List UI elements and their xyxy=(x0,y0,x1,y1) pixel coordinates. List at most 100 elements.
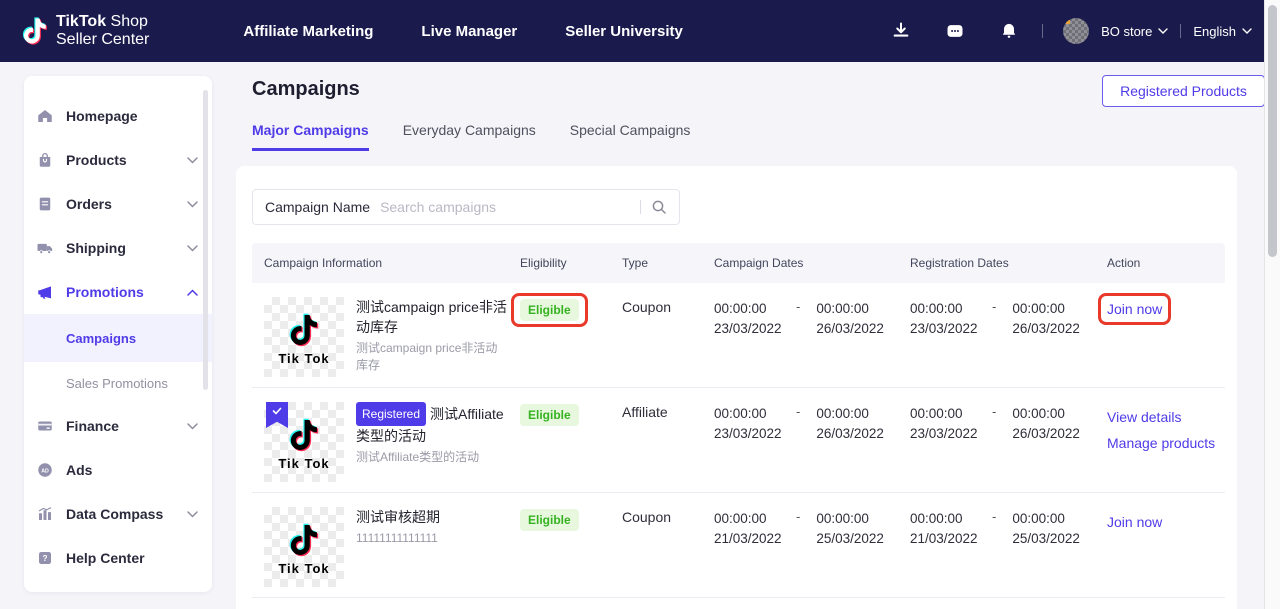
join-now-link[interactable]: Join now xyxy=(1107,299,1162,319)
page-scrollbar[interactable] xyxy=(1264,0,1280,609)
view-details-link[interactable]: View details xyxy=(1107,404,1225,430)
sidebar-scrollbar[interactable] xyxy=(203,90,208,390)
campaign-search-bar[interactable]: Campaign Name xyxy=(252,189,680,225)
tiktok-note-icon xyxy=(286,520,322,560)
tiktok-shop-logo[interactable]: TikTok Shop Seller Center xyxy=(20,13,149,49)
chevron-down-icon xyxy=(1158,28,1168,34)
date-separator: - xyxy=(992,404,996,444)
table-row: Tik Tok Registered测试Affiliate类型的活动 测试Aff… xyxy=(252,388,1225,493)
campaign-title: 测试campaign price非活动库存 xyxy=(356,297,508,337)
col-action: Action xyxy=(1107,256,1225,270)
scrollbar-thumb[interactable] xyxy=(1268,5,1277,257)
svg-text:?: ? xyxy=(42,554,47,563)
sidebar-item-data-compass[interactable]: Data Compass xyxy=(24,492,212,536)
campaign-tabs: Major Campaigns Everyday Campaigns Speci… xyxy=(252,122,690,151)
svg-text:AD: AD xyxy=(41,468,49,474)
search-icon[interactable] xyxy=(651,199,667,215)
highlight-box: Join now xyxy=(1098,293,1171,325)
top-navbar: TikTok Shop Seller Center Affiliate Mark… xyxy=(0,0,1280,62)
type-cell: Coupon xyxy=(622,493,714,525)
tiktok-note-icon xyxy=(286,310,322,350)
notification-bell-icon[interactable] xyxy=(999,21,1019,41)
col-campaign-dates: Campaign Dates xyxy=(714,256,910,270)
tab-special-campaigns[interactable]: Special Campaigns xyxy=(570,122,691,151)
finance-card-icon xyxy=(36,417,54,435)
home-icon xyxy=(36,107,54,125)
store-switcher[interactable]: BO store xyxy=(1101,24,1168,39)
eligible-badge: Eligible xyxy=(520,509,579,531)
ads-icon: AD xyxy=(36,461,54,479)
campaign-image: Tik Tok xyxy=(264,402,344,482)
sidebar-item-products[interactable]: Products xyxy=(24,138,212,182)
join-now-link[interactable]: Join now xyxy=(1107,509,1225,535)
main-nav-links: Affiliate Marketing Live Manager Seller … xyxy=(243,23,682,40)
registered-products-button[interactable]: Registered Products xyxy=(1102,75,1265,107)
campaign-title: 测试审核超期 xyxy=(356,507,508,527)
chevron-down-icon xyxy=(1242,28,1252,34)
language-selector[interactable]: English xyxy=(1193,24,1252,39)
shipping-truck-icon xyxy=(36,239,54,257)
sidebar-subitem-sales-promotions[interactable]: Sales Promotions xyxy=(24,362,212,404)
action-cell: View details Manage products xyxy=(1107,388,1225,456)
campaign-dates-cell: 00:00:0023/03/2022 - 00:00:0026/03/2022 xyxy=(714,283,910,339)
logo-text: TikTok Shop Seller Center xyxy=(56,13,149,49)
nav-seller-university[interactable]: Seller University xyxy=(565,23,683,40)
type-cell: Coupon xyxy=(622,283,714,315)
date-separator: - xyxy=(796,299,800,339)
tiktok-note-icon xyxy=(286,415,322,455)
image-caption: Tik Tok xyxy=(278,351,329,366)
products-bag-icon xyxy=(36,151,54,169)
eligibility-cell: Eligible xyxy=(520,388,622,426)
sidebar-subitem-campaigns[interactable]: Campaigns xyxy=(24,314,212,362)
sidebar-item-shipping[interactable]: Shipping xyxy=(24,226,212,270)
registration-dates-cell: 00:00:0023/03/2022 - 00:00:0026/03/2022 xyxy=(910,388,1107,444)
help-center-icon: ? xyxy=(36,549,54,567)
store-avatar[interactable] xyxy=(1063,18,1089,44)
registration-dates-cell: 00:00:0021/03/2022 - 00:00:0025/03/2022 xyxy=(910,493,1107,549)
eligible-badge: Eligible xyxy=(520,299,579,321)
campaign-subtitle: 11111111111111 xyxy=(356,530,508,547)
action-cell: Join now xyxy=(1107,493,1225,535)
campaign-subtitle: 测试Affiliate类型的活动 xyxy=(356,449,508,466)
image-caption: Tik Tok xyxy=(278,561,329,576)
nav-live-manager[interactable]: Live Manager xyxy=(421,23,517,40)
campaign-info-cell: Tik Tok Registered测试Affiliate类型的活动 测试Aff… xyxy=(252,388,520,482)
manage-products-link[interactable]: Manage products xyxy=(1107,430,1225,456)
campaigns-panel: Campaign Name Campaign Information Eligi… xyxy=(236,166,1237,609)
download-icon[interactable] xyxy=(891,21,911,41)
campaign-title: Registered测试Affiliate类型的活动 xyxy=(356,402,508,446)
chevron-down-icon xyxy=(187,511,198,518)
chevron-down-icon xyxy=(187,157,198,164)
col-eligibility: Eligibility xyxy=(520,256,622,270)
date-separator: - xyxy=(992,509,996,549)
sidebar-item-help-center[interactable]: ? Help Center xyxy=(24,536,212,580)
campaign-info-cell: Tik Tok 测试campaign price非活动库存 测试campaign… xyxy=(252,283,520,377)
highlight-box: Eligible xyxy=(511,293,588,327)
chat-icon[interactable] xyxy=(945,21,965,41)
campaign-image: Tik Tok xyxy=(264,507,344,587)
campaign-dates-cell: 00:00:0023/03/2022 - 00:00:0026/03/2022 xyxy=(714,388,910,444)
sidebar-item-promotions[interactable]: Promotions xyxy=(24,270,212,314)
sidebar-item-finance[interactable]: Finance xyxy=(24,404,212,448)
tab-everyday-campaigns[interactable]: Everyday Campaigns xyxy=(403,122,536,151)
sidebar-item-ads[interactable]: AD Ads xyxy=(24,448,212,492)
campaign-info-cell: Tik Tok 测试审核超期 11111111111111 xyxy=(252,493,520,587)
nav-affiliate-marketing[interactable]: Affiliate Marketing xyxy=(243,23,373,40)
campaign-dates-cell: 00:00:0021/03/2022 - 00:00:0025/03/2022 xyxy=(714,493,910,549)
registered-ribbon-icon xyxy=(266,402,288,428)
sidebar-item-orders[interactable]: Orders xyxy=(24,182,212,226)
table-row: Tik Tok 测试campaign price非活动库存 测试campaign… xyxy=(252,283,1225,388)
sidebar-item-homepage[interactable]: Homepage xyxy=(24,94,212,138)
chevron-down-icon xyxy=(187,245,198,252)
search-input[interactable] xyxy=(380,199,636,215)
table-header-row: Campaign Information Eligibility Type Ca… xyxy=(252,243,1225,283)
navbar-right: BO store English xyxy=(880,18,1252,44)
chevron-down-icon xyxy=(187,423,198,430)
page-title: Campaigns xyxy=(252,78,360,101)
table-row: Tik Tok 测试审核超期 11111111111111 Eligible C… xyxy=(252,493,1225,598)
campaigns-table: Campaign Information Eligibility Type Ca… xyxy=(252,243,1225,598)
eligibility-cell: Eligible xyxy=(520,283,622,327)
nav-separator xyxy=(1042,24,1043,38)
tab-major-campaigns[interactable]: Major Campaigns xyxy=(252,122,369,151)
chevron-up-icon xyxy=(187,289,198,296)
